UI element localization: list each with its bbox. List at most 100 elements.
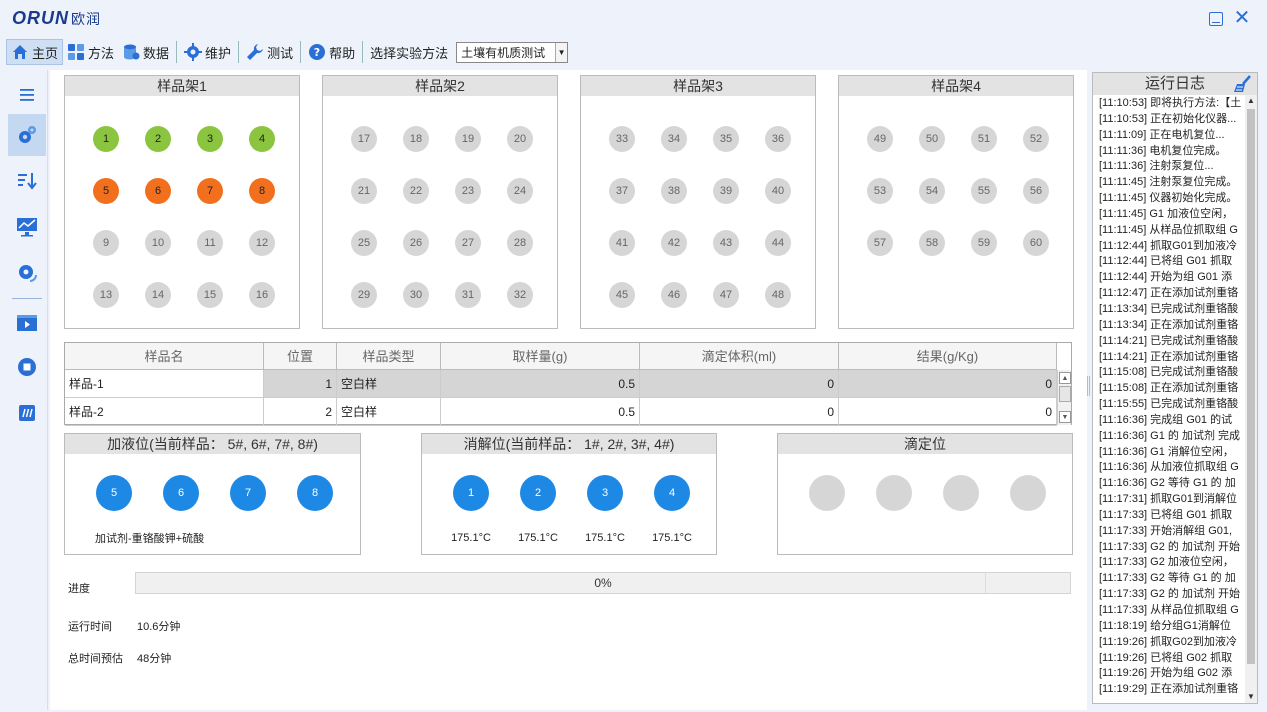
cell-titration-volume[interactable]: 0 <box>640 370 839 398</box>
cell-sample-amount[interactable]: 0.5 <box>441 370 640 398</box>
sample-slot[interactable]: 31 <box>455 282 481 308</box>
station-slot[interactable]: 6 <box>163 475 199 511</box>
sample-slot[interactable]: 36 <box>765 126 791 152</box>
home-button[interactable]: 主页 <box>6 39 64 65</box>
sample-slot[interactable]: 58 <box>919 230 945 256</box>
table-header[interactable]: 取样量(g) <box>441 343 640 370</box>
sample-slot[interactable]: 16 <box>249 282 275 308</box>
sample-slot[interactable]: 54 <box>919 178 945 204</box>
log-scrollbar[interactable]: ▲ ▼ <box>1245 95 1257 703</box>
sample-slot[interactable]: 50 <box>919 126 945 152</box>
sample-slot[interactable]: 41 <box>609 230 635 256</box>
nav-play-button[interactable] <box>8 302 46 344</box>
station-slot[interactable]: 8 <box>297 475 333 511</box>
nav-process-button[interactable] <box>8 114 46 156</box>
station-slot[interactable] <box>1010 475 1046 511</box>
cell-sample-type[interactable]: 空白样 <box>337 370 441 398</box>
table-header[interactable]: 样品名 <box>65 343 264 370</box>
sample-slot[interactable]: 56 <box>1023 178 1049 204</box>
station-slot[interactable]: 5 <box>96 475 132 511</box>
station-slot[interactable] <box>809 475 845 511</box>
close-button[interactable]: ✕ <box>1232 8 1252 28</box>
scroll-up-icon[interactable]: ▲ <box>1245 95 1257 107</box>
sample-slot[interactable]: 19 <box>455 126 481 152</box>
panel-splitter[interactable] <box>1087 376 1090 396</box>
sample-slot[interactable]: 57 <box>867 230 893 256</box>
sample-slot[interactable]: 33 <box>609 126 635 152</box>
sample-slot[interactable]: 8 <box>249 178 275 204</box>
sample-slot[interactable]: 48 <box>765 282 791 308</box>
sample-slot[interactable]: 4 <box>249 126 275 152</box>
sample-slot[interactable]: 17 <box>351 126 377 152</box>
station-slot[interactable]: 4 <box>654 475 690 511</box>
sample-slot[interactable]: 49 <box>867 126 893 152</box>
chevron-down-icon[interactable]: ▼ <box>555 42 568 62</box>
station-slot[interactable] <box>943 475 979 511</box>
sample-slot[interactable]: 34 <box>661 126 687 152</box>
station-slot[interactable]: 2 <box>520 475 556 511</box>
cell-titration-volume[interactable]: 0 <box>640 398 839 426</box>
maintain-button[interactable]: 维护 <box>180 39 235 65</box>
sample-slot[interactable]: 46 <box>661 282 687 308</box>
sample-slot[interactable]: 60 <box>1023 230 1049 256</box>
table-header[interactable]: 样品类型 <box>337 343 441 370</box>
cell-sample-type[interactable]: 空白样 <box>337 398 441 426</box>
sample-slot[interactable]: 12 <box>249 230 275 256</box>
station-slot[interactable]: 7 <box>230 475 266 511</box>
method-button[interactable]: 方法 <box>63 39 118 65</box>
sample-slot[interactable]: 24 <box>507 178 533 204</box>
scroll-down-icon[interactable]: ▼ <box>1245 691 1257 703</box>
sample-slot[interactable]: 14 <box>145 282 171 308</box>
scroll-down-icon[interactable]: ▼ <box>1059 411 1071 423</box>
cell-result[interactable]: 0 <box>839 370 1057 398</box>
sample-slot[interactable]: 25 <box>351 230 377 256</box>
sample-slot[interactable]: 29 <box>351 282 377 308</box>
sample-slot[interactable]: 32 <box>507 282 533 308</box>
station-slot[interactable]: 1 <box>453 475 489 511</box>
sample-slot[interactable]: 44 <box>765 230 791 256</box>
sample-slot[interactable]: 21 <box>351 178 377 204</box>
sample-slot[interactable]: 9 <box>93 230 119 256</box>
sample-slot[interactable]: 42 <box>661 230 687 256</box>
sample-slot[interactable]: 20 <box>507 126 533 152</box>
sample-slot[interactable]: 55 <box>971 178 997 204</box>
sample-slot[interactable]: 37 <box>609 178 635 204</box>
table-header[interactable]: 结果(g/Kg) <box>839 343 1057 370</box>
sample-slot[interactable]: 51 <box>971 126 997 152</box>
nav-pause-button[interactable] <box>8 392 46 434</box>
cell-sample-name[interactable]: 样品-2 <box>65 398 264 426</box>
sample-slot[interactable]: 13 <box>93 282 119 308</box>
test-button[interactable]: 测试 <box>242 39 297 65</box>
cell-sample-name[interactable]: 样品-1 <box>65 370 264 398</box>
nav-menu-button[interactable] <box>8 74 46 116</box>
sample-slot[interactable]: 38 <box>661 178 687 204</box>
sample-slot[interactable]: 53 <box>867 178 893 204</box>
scroll-thumb[interactable] <box>1059 386 1071 402</box>
sample-slot[interactable]: 47 <box>713 282 739 308</box>
nav-stop-button[interactable] <box>8 346 46 388</box>
cell-position[interactable]: 1 <box>264 370 337 398</box>
sample-slot[interactable]: 59 <box>971 230 997 256</box>
cell-result[interactable]: 0 <box>839 398 1057 426</box>
nav-monitor-button[interactable] <box>8 206 46 248</box>
sample-slot[interactable]: 7 <box>197 178 223 204</box>
minimize-button[interactable] <box>1206 8 1226 28</box>
help-button[interactable]: ? 帮助 <box>304 39 359 65</box>
sample-slot[interactable]: 2 <box>145 126 171 152</box>
sample-slot[interactable]: 26 <box>403 230 429 256</box>
sample-slot[interactable]: 45 <box>609 282 635 308</box>
sample-slot[interactable]: 52 <box>1023 126 1049 152</box>
table-header[interactable]: 位置 <box>264 343 337 370</box>
nav-sort-button[interactable] <box>8 160 46 202</box>
sample-slot[interactable]: 40 <box>765 178 791 204</box>
scroll-up-icon[interactable]: ▲ <box>1059 372 1071 384</box>
sample-slot[interactable]: 5 <box>93 178 119 204</box>
cell-sample-amount[interactable]: 0.5 <box>441 398 640 426</box>
clear-log-icon[interactable] <box>1233 75 1253 93</box>
table-header[interactable]: 滴定体积(ml) <box>640 343 839 370</box>
sample-slot[interactable]: 39 <box>713 178 739 204</box>
data-button[interactable]: 数据 <box>118 39 173 65</box>
sample-slot[interactable]: 43 <box>713 230 739 256</box>
sample-slot[interactable]: 27 <box>455 230 481 256</box>
table-scrollbar[interactable]: ▲ ▼ <box>1057 370 1071 425</box>
